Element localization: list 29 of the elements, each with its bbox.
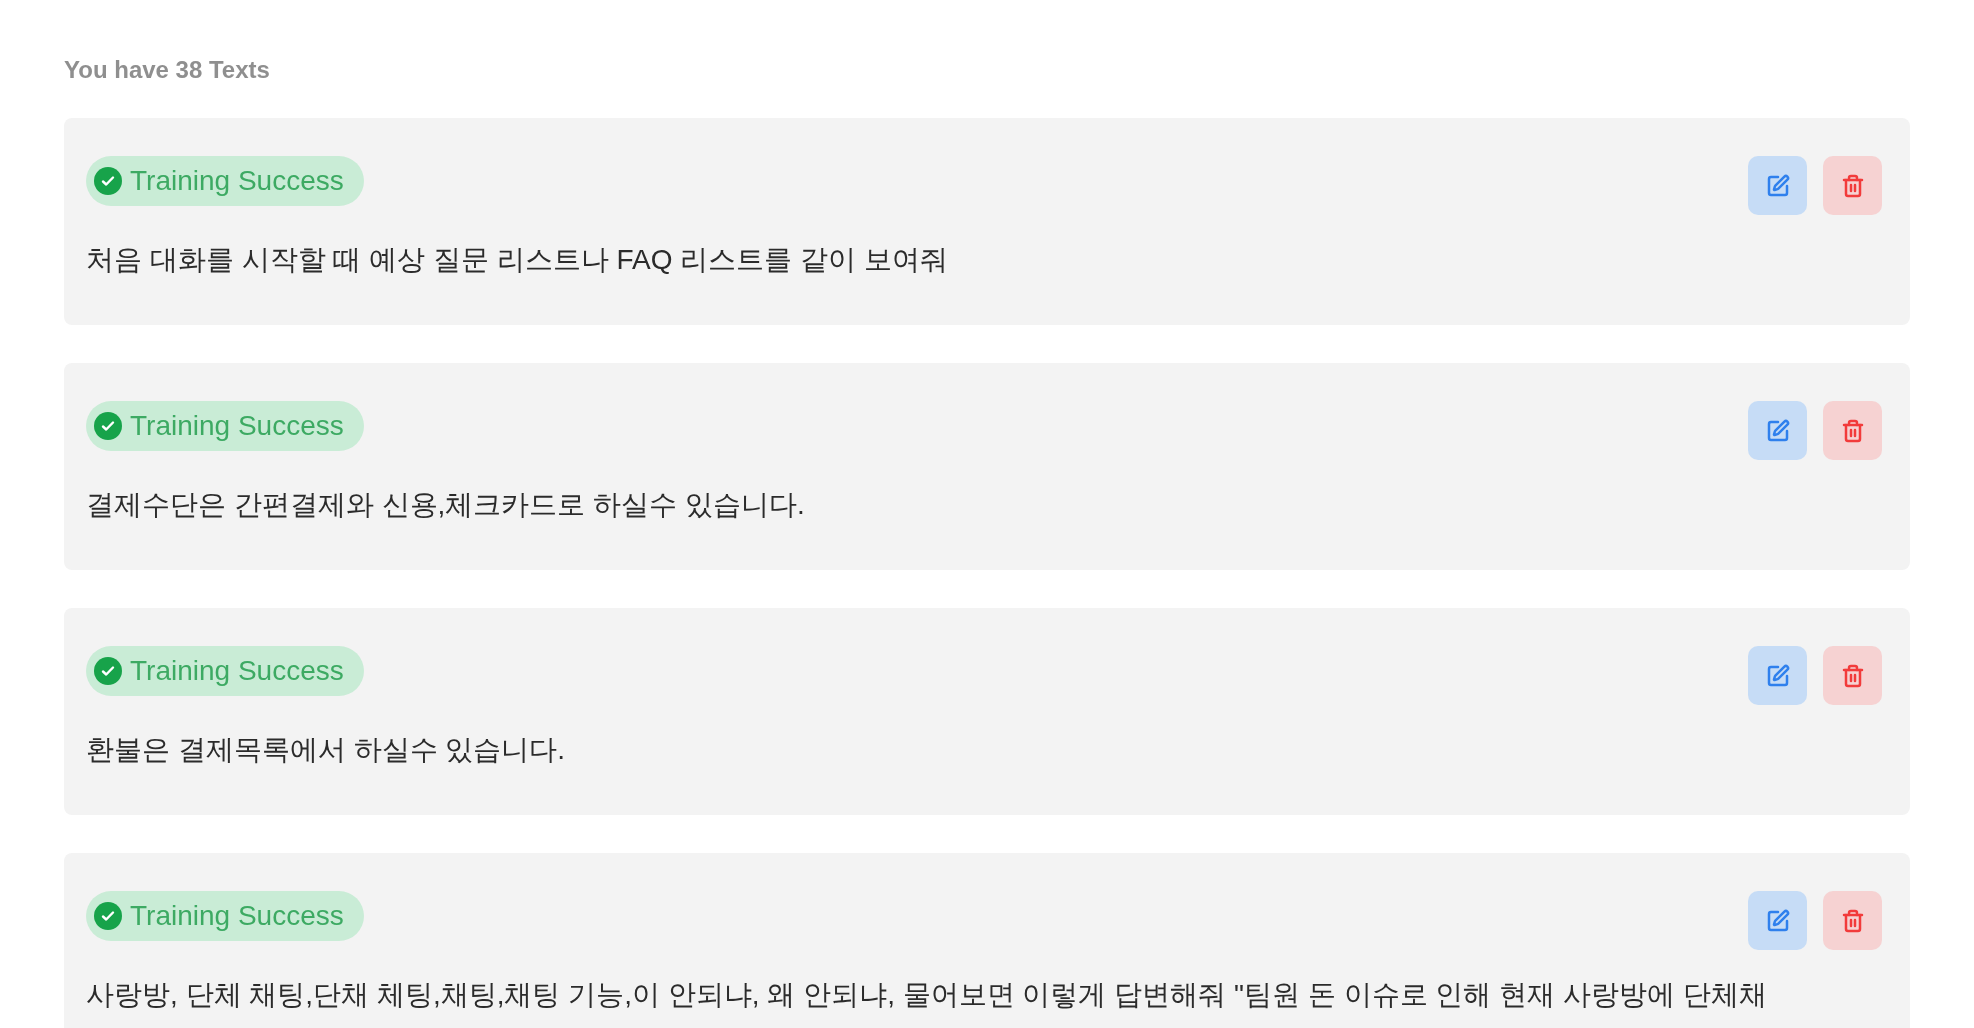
check-icon: [94, 657, 122, 685]
text-content: 처음 대화를 시작할 때 예상 질문 리스트나 FAQ 리스트를 같이 보여줘: [86, 243, 949, 277]
delete-button[interactable]: [1823, 646, 1882, 705]
delete-icon: [1840, 173, 1865, 198]
status-badge: Training Success: [86, 401, 364, 451]
edit-button[interactable]: [1748, 891, 1807, 950]
text-count-heading: You have 38 Texts: [64, 55, 271, 85]
status-badge: Training Success: [86, 891, 364, 941]
status-badge: Training Success: [86, 646, 364, 696]
text-content: 사랑방, 단체 채팅,단채 체팅,채팅,채팅 기능,이 안되냐, 왜 안되냐, 물어보면 이렇게 답변해줘 "팀원 돈 이슈로 인해 현재 사랑방에 단체채: [86, 978, 1768, 1012]
text-content: 환불은 결제목록에서 하실수 있습니다.: [86, 733, 567, 767]
edit-icon: [1765, 173, 1790, 198]
edit-button[interactable]: [1748, 646, 1807, 705]
delete-icon: [1840, 418, 1865, 443]
delete-button[interactable]: [1823, 891, 1882, 950]
edit-icon: [1765, 663, 1790, 688]
edit-icon: [1765, 418, 1790, 443]
status-badge: Training Success: [86, 156, 364, 206]
edit-button[interactable]: [1748, 156, 1807, 215]
delete-icon: [1840, 663, 1865, 688]
check-icon: [94, 412, 122, 440]
delete-button[interactable]: [1823, 401, 1882, 460]
edit-icon: [1765, 908, 1790, 933]
delete-icon: [1840, 908, 1865, 933]
delete-button[interactable]: [1823, 156, 1882, 215]
check-icon: [94, 167, 122, 195]
text-content: 결제수단은 간편결제와 신용,체크카드로 하실수 있습니다.: [86, 488, 806, 522]
check-icon: [94, 902, 122, 930]
edit-button[interactable]: [1748, 401, 1807, 460]
